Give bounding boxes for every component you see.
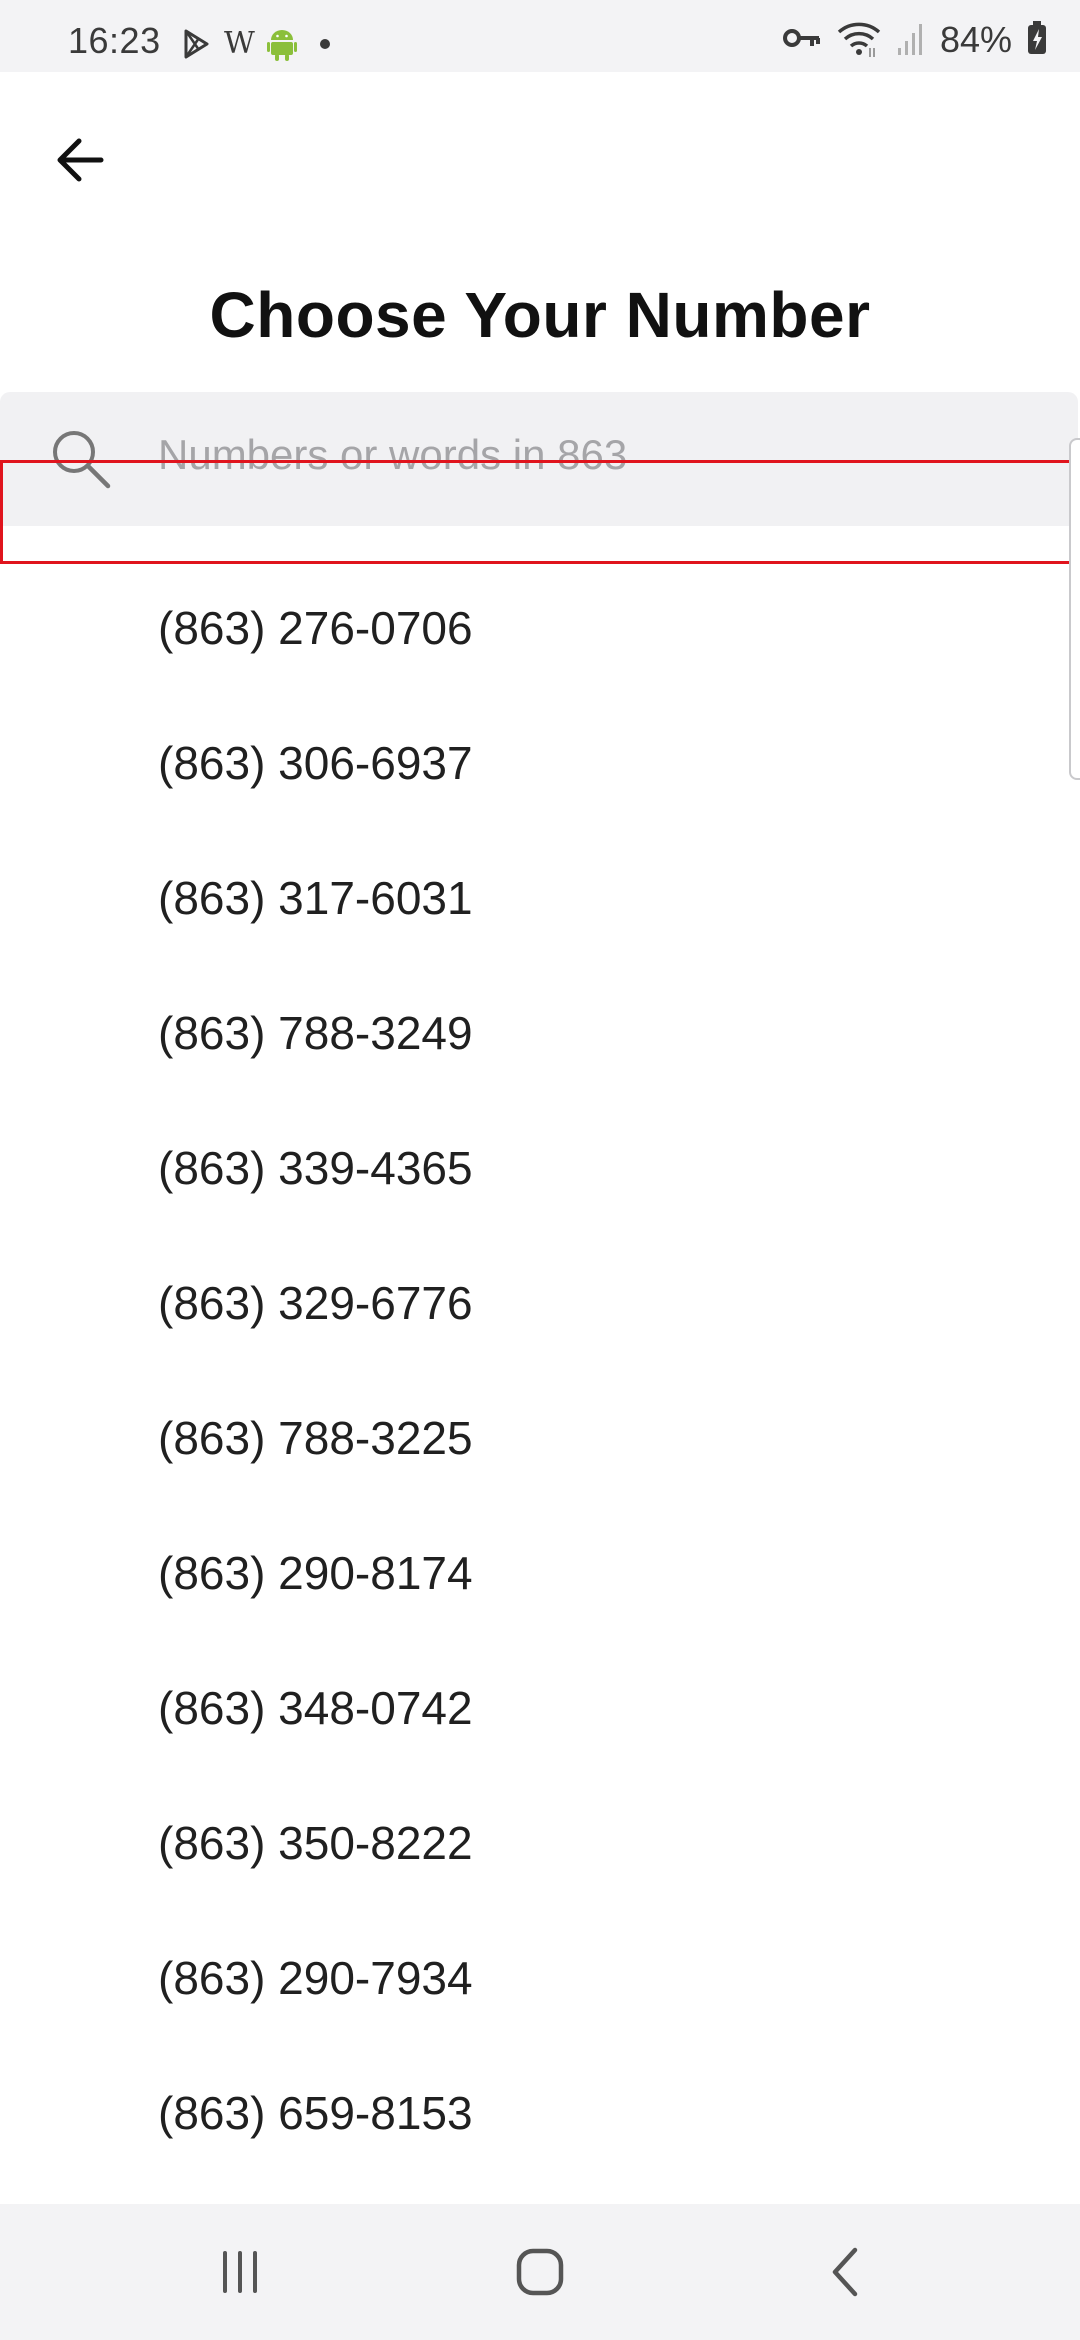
back-button[interactable] <box>40 120 120 200</box>
search-input[interactable] <box>158 420 1038 490</box>
wikipedia-icon: W <box>224 26 255 61</box>
status-notification-icons: W <box>180 24 333 64</box>
status-bar: 16:23 W 84% <box>0 0 1080 72</box>
recent-apps-icon <box>223 2251 257 2293</box>
android-icon <box>266 27 297 61</box>
scrollbar-thumb[interactable] <box>1069 438 1080 780</box>
list-item[interactable]: (863) 348-0742 <box>0 1640 1060 1775</box>
search-bar[interactable] <box>0 392 1078 526</box>
back-arrow-icon <box>57 138 104 182</box>
recent-apps-button[interactable] <box>195 2234 285 2310</box>
status-time: 16:23 <box>68 20 161 61</box>
battery-icon <box>1026 20 1048 61</box>
navigation-bar <box>0 2204 1080 2340</box>
list-item[interactable]: (863) 276-0706 <box>0 560 1060 695</box>
list-item[interactable]: (863) 290-7934 <box>0 1910 1060 2045</box>
signal-icon <box>896 20 926 61</box>
number-list: (863) 276-0706 (863) 306-6937 (863) 317-… <box>0 560 1060 2180</box>
home-button[interactable] <box>495 2234 585 2310</box>
battery-percent: 84% <box>939 19 1012 60</box>
list-item[interactable]: (863) 339-4365 <box>0 1100 1060 1235</box>
play-store-icon <box>180 28 212 60</box>
screen: 16:23 W 84% Choose Your Number Numbers o… <box>0 0 1080 2340</box>
search-icon <box>53 431 111 489</box>
list-item[interactable]: (863) 306-6937 <box>0 695 1060 830</box>
nav-back-icon <box>832 2247 858 2297</box>
list-item[interactable]: (863) 317-6031 <box>0 830 1060 965</box>
list-item[interactable]: (863) 290-8174 <box>0 1505 1060 1640</box>
nav-back-button[interactable] <box>800 2234 890 2310</box>
home-icon <box>516 2248 564 2296</box>
status-system-icons: 84% <box>782 18 1048 62</box>
list-item[interactable]: (863) 788-3249 <box>0 965 1060 1100</box>
vpn-key-icon <box>782 25 822 56</box>
list-item[interactable]: (863) 350-8222 <box>0 1775 1060 1910</box>
wifi-icon <box>836 18 882 63</box>
list-item[interactable]: (863) 329-6776 <box>0 1235 1060 1370</box>
page-title: Choose Your Number <box>209 279 871 351</box>
dot-icon <box>309 37 333 51</box>
list-item[interactable]: (863) 788-3225 <box>0 1370 1060 1505</box>
list-item[interactable]: (863) 659-8153 <box>0 2045 1060 2180</box>
